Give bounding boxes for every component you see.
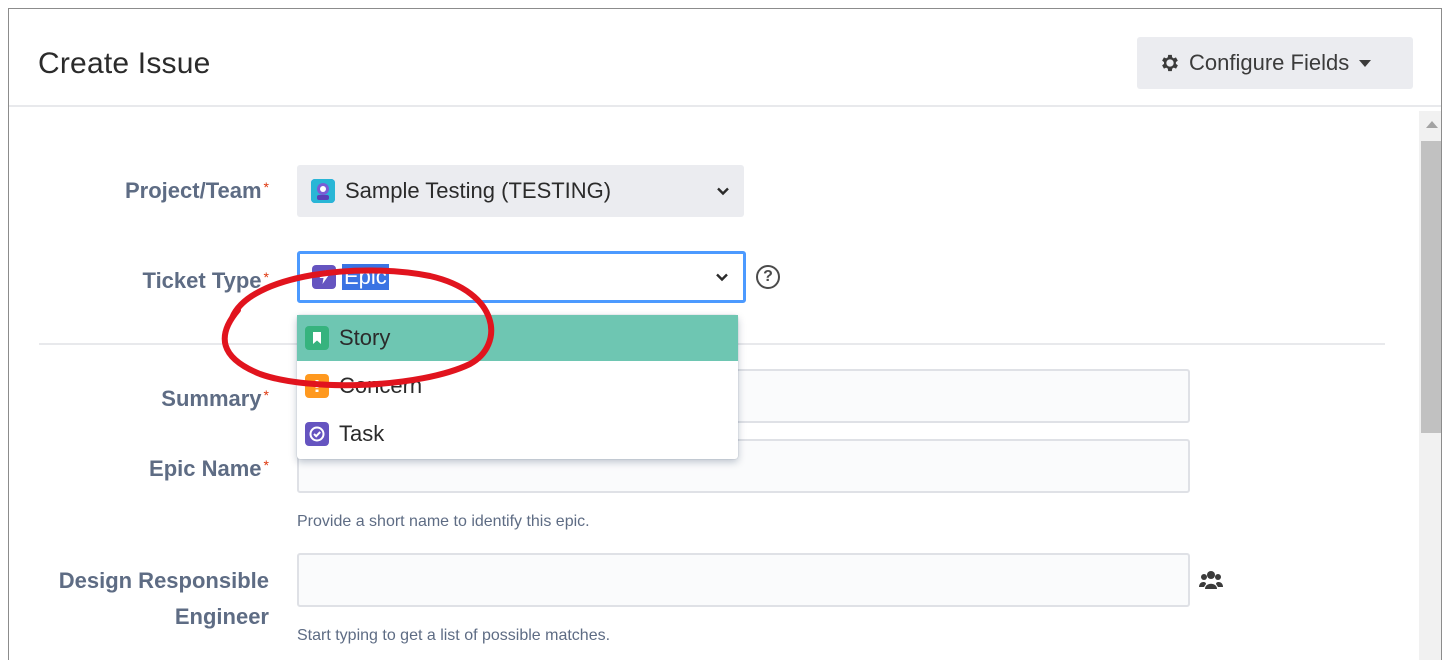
epic-name-label: Epic Name *: [149, 456, 269, 481]
required-asterisk: *: [263, 457, 269, 473]
configure-fields-label: Configure Fields: [1189, 50, 1350, 75]
required-asterisk: *: [263, 387, 269, 403]
summary-label: Summary *: [161, 386, 269, 411]
chevron-down-icon: [717, 187, 729, 196]
ticket-type-value: Epic: [342, 264, 389, 290]
project-label: Project/Team *: [125, 178, 269, 203]
required-asterisk: *: [263, 179, 269, 195]
design-engineer-label-line2: Engineer: [174, 604, 269, 629]
design-engineer-input[interactable]: [297, 553, 1190, 607]
option-label: Concern: [339, 373, 423, 398]
story-icon: [305, 326, 329, 350]
ticket-type-label: Ticket Type *: [142, 268, 269, 293]
create-issue-dialog: Create Issue Configure Fields Project/Te…: [8, 8, 1442, 660]
option-concern[interactable]: Concern: [297, 363, 738, 409]
option-label: Story: [339, 325, 391, 350]
design-engineer-label: Design Responsible: [58, 568, 269, 593]
project-select[interactable]: Sample Testing (TESTING): [297, 165, 744, 217]
chevron-down-icon: [716, 273, 728, 282]
epic-icon: [312, 265, 336, 289]
project-value: Sample Testing (TESTING): [345, 178, 612, 203]
ticket-type-dropdown-menu: Story Concern Task: [297, 315, 738, 459]
option-task[interactable]: Task: [297, 411, 738, 457]
option-label: Task: [339, 421, 385, 446]
dialog-title: Create Issue: [38, 47, 211, 80]
project-avatar-icon: [311, 179, 335, 203]
scroll-up-arrow-icon[interactable]: [1426, 121, 1438, 128]
help-icon[interactable]: ?: [756, 265, 780, 289]
configure-fields-button[interactable]: Configure Fields: [1137, 37, 1413, 89]
caret-down-icon: [1359, 59, 1372, 67]
gear-icon: [1162, 54, 1178, 72]
task-icon: [305, 422, 329, 446]
scrollbar-thumb[interactable]: [1421, 141, 1441, 433]
people-picker-icon[interactable]: [1199, 569, 1223, 591]
concern-icon: [305, 374, 329, 398]
dialog-header: Create Issue Configure Fields: [9, 9, 1441, 107]
epic-name-hint: Provide a short name to identify this ep…: [297, 513, 590, 530]
ticket-type-select[interactable]: Epic: [297, 251, 746, 303]
option-story[interactable]: Story: [297, 315, 738, 361]
design-engineer-hint: Start typing to get a list of possible m…: [297, 627, 611, 644]
required-asterisk: *: [263, 269, 269, 285]
